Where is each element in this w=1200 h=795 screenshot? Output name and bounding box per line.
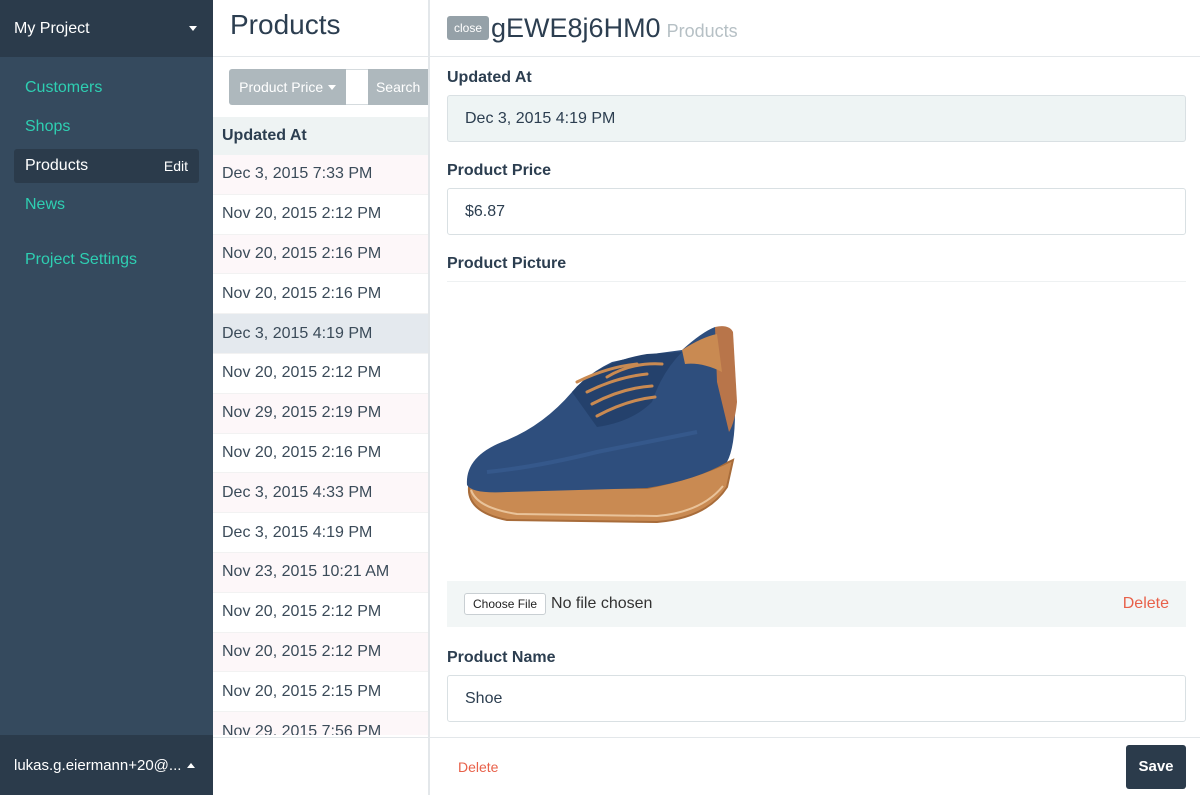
detail-header: close gEWE8j6HM0 Products (430, 0, 1200, 57)
product-price-input[interactable]: $6.87 (447, 188, 1186, 235)
record-detail-panel: close gEWE8j6HM0 Products Updated At Dec… (430, 0, 1200, 795)
product-name-input[interactable]: Shoe (447, 675, 1186, 722)
sidebar-item-label: News (25, 196, 66, 213)
list-toolbar: Product Price Search (213, 57, 428, 117)
sidebar-item-label: Products (25, 157, 89, 174)
save-button[interactable]: Save (1126, 744, 1186, 789)
sidebar-item-shops[interactable]: Shops (14, 110, 199, 144)
search-input[interactable] (346, 69, 369, 105)
choose-file-button[interactable]: Choose File (464, 593, 547, 615)
sidebar-item-news[interactable]: News (14, 188, 199, 222)
table-row-selected[interactable]: Dec 3, 2015 4:19 PM (213, 314, 428, 354)
sidebar-item-label: Project Settings (25, 251, 138, 268)
shoe-image (466, 326, 737, 524)
sidebar-item-project-settings[interactable]: Project Settings (14, 243, 199, 277)
project-switcher[interactable]: My Project (0, 0, 213, 57)
table-row[interactable]: Nov 23, 2015 10:21 AM (213, 552, 428, 593)
table-row[interactable]: Nov 29, 2015 7:56 PM (213, 712, 428, 735)
sidebar-item-products[interactable]: Products Edit (14, 149, 199, 183)
close-button[interactable]: close (447, 16, 490, 40)
record-type: Products (666, 20, 738, 41)
table-row[interactable]: Dec 3, 2015 7:33 PM (213, 155, 428, 195)
record-list: Dec 3, 2015 7:33 PM Nov 20, 2015 2:12 PM… (213, 155, 428, 735)
filter-field-label: Product Price (239, 79, 324, 95)
user-menu[interactable]: lukas.g.eiermann+20@... (0, 735, 213, 795)
product-picture-preview (447, 281, 1186, 581)
chevron-up-icon (187, 762, 196, 768)
project-name: My Project (14, 19, 90, 37)
chevron-down-icon (189, 26, 197, 31)
column-header-updated-at[interactable]: Updated At (213, 117, 428, 155)
table-row[interactable]: Nov 20, 2015 2:16 PM (213, 274, 428, 315)
file-status: No file chosen (551, 595, 653, 612)
chevron-down-icon (328, 84, 337, 90)
list-panel: Products Product Price Search Updated At… (213, 0, 430, 795)
table-row[interactable]: Nov 20, 2015 2:12 PM (213, 195, 428, 235)
detail-footer: Delete Save (430, 737, 1200, 795)
user-email: lukas.g.eiermann+20@... (14, 756, 182, 774)
sidebar: My Project Customers Shops Products Edit… (0, 0, 213, 795)
record-id: gEWE8j6HM0 (491, 12, 661, 43)
page-title: Products (213, 0, 428, 57)
sidebar-item-label: Customers (25, 79, 103, 96)
table-row[interactable]: Nov 20, 2015 2:16 PM (213, 434, 428, 474)
table-row[interactable]: Nov 20, 2015 2:12 PM (213, 632, 428, 673)
updated-at-field: Dec 3, 2015 4:19 PM (447, 95, 1186, 142)
delete-picture-link[interactable]: Delete (1123, 595, 1169, 613)
table-row[interactable]: Dec 3, 2015 4:33 PM (213, 473, 428, 514)
filter-field-dropdown[interactable]: Product Price (229, 69, 347, 105)
sidebar-item-customers[interactable]: Customers (14, 71, 199, 105)
field-label-product-name: Product Name (447, 649, 556, 666)
field-label-product-picture: Product Picture (447, 255, 567, 272)
table-row[interactable]: Nov 20, 2015 2:12 PM (213, 354, 428, 394)
field-label-product-price: Product Price (447, 162, 552, 179)
edit-collection-link[interactable]: Edit (164, 158, 188, 174)
sidebar-nav: Customers Shops Products Edit News Proje… (0, 57, 213, 277)
list-footer (213, 737, 428, 795)
table-row[interactable]: Nov 29, 2015 2:19 PM (213, 393, 428, 434)
sidebar-item-label: Shops (25, 118, 71, 135)
table-row[interactable]: Nov 20, 2015 2:16 PM (213, 234, 428, 275)
delete-record-button[interactable]: Delete (458, 759, 498, 775)
table-row[interactable]: Dec 3, 2015 4:19 PM (213, 513, 428, 553)
table-row[interactable]: Nov 20, 2015 2:12 PM (213, 593, 428, 633)
file-upload-row: Choose File No file chosen Delete (447, 581, 1186, 627)
field-label-updated-at: Updated At (447, 69, 532, 86)
search-button[interactable]: Search (368, 69, 428, 105)
table-row[interactable]: Nov 20, 2015 2:15 PM (213, 672, 428, 713)
